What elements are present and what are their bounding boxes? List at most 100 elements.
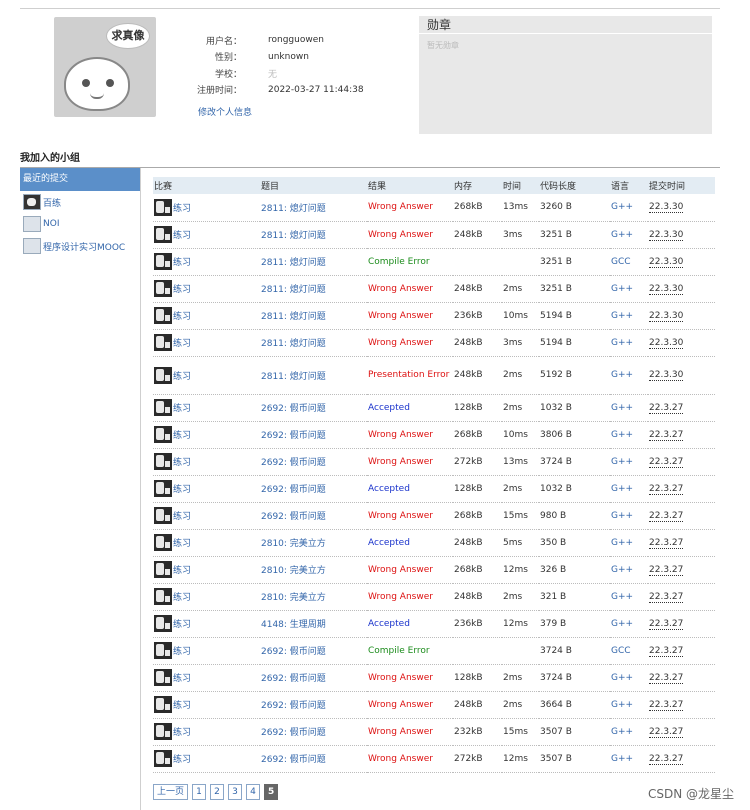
contest-link[interactable]: 练习 bbox=[173, 428, 191, 441]
result-link[interactable]: Presentation Error bbox=[368, 370, 449, 380]
result-link[interactable]: Wrong Answer bbox=[368, 457, 433, 467]
result-link[interactable]: Wrong Answer bbox=[368, 230, 433, 240]
problem-link[interactable]: 2692: 假币问题 bbox=[261, 674, 326, 684]
page-1-button[interactable]: 1 bbox=[192, 784, 207, 800]
contest-link[interactable]: 练习 bbox=[173, 617, 191, 630]
result-link[interactable]: Wrong Answer bbox=[368, 284, 433, 294]
submit-time: 22.3.30 bbox=[649, 337, 684, 349]
result-link[interactable]: Wrong Answer bbox=[368, 700, 433, 710]
problem-link[interactable]: 2692: 假币问题 bbox=[261, 458, 326, 468]
profile-row-username: 用户名： rongguowen bbox=[180, 32, 364, 49]
problem-link[interactable]: 2810: 完美立方 bbox=[261, 593, 326, 603]
contest-link[interactable]: 练习 bbox=[173, 455, 191, 468]
contest-link[interactable]: 练习 bbox=[173, 725, 191, 738]
contest-icon bbox=[154, 426, 172, 443]
language-link[interactable]: G++ bbox=[611, 700, 633, 710]
result-link[interactable]: Accepted bbox=[368, 538, 410, 548]
result-link[interactable]: Compile Error bbox=[368, 257, 430, 267]
language-link[interactable]: G++ bbox=[611, 673, 633, 683]
contest-link[interactable]: 练习 bbox=[173, 671, 191, 684]
language-link[interactable]: G++ bbox=[611, 619, 633, 629]
contest-link[interactable]: 练习 bbox=[173, 563, 191, 576]
language-link[interactable]: G++ bbox=[611, 511, 633, 521]
result-link[interactable]: Wrong Answer bbox=[368, 565, 433, 575]
problem-link[interactable]: 4148: 生理周期 bbox=[261, 620, 326, 630]
problem-link[interactable]: 2811: 熄灯问题 bbox=[261, 372, 326, 382]
problem-link[interactable]: 2811: 熄灯问题 bbox=[261, 258, 326, 268]
problem-cell: 2692: 假币问题 bbox=[260, 448, 367, 476]
problem-link[interactable]: 2692: 假币问题 bbox=[261, 404, 326, 414]
problem-link[interactable]: 2692: 假币问题 bbox=[261, 431, 326, 441]
problem-link[interactable]: 2811: 熄灯问题 bbox=[261, 204, 326, 214]
problem-link[interactable]: 2692: 假币问题 bbox=[261, 701, 326, 711]
contest-link[interactable]: 练习 bbox=[173, 401, 191, 414]
language-link[interactable]: G++ bbox=[611, 484, 633, 494]
language-link[interactable]: G++ bbox=[611, 370, 633, 380]
sidebar-item-bailian[interactable]: 百练 bbox=[20, 191, 140, 213]
contest-link[interactable]: 练习 bbox=[173, 752, 191, 765]
result-link[interactable]: Wrong Answer bbox=[368, 754, 433, 764]
language-link[interactable]: GCC bbox=[611, 646, 631, 656]
result-link[interactable]: Wrong Answer bbox=[368, 727, 433, 737]
result-link[interactable]: Wrong Answer bbox=[368, 592, 433, 602]
language-link[interactable]: G++ bbox=[611, 284, 633, 294]
language-link[interactable]: G++ bbox=[611, 592, 633, 602]
edit-profile-link[interactable]: 修改个人信息 bbox=[198, 105, 252, 118]
problem-link[interactable]: 2810: 完美立方 bbox=[261, 566, 326, 576]
result-link[interactable]: Wrong Answer bbox=[368, 338, 433, 348]
language-link[interactable]: G++ bbox=[611, 311, 633, 321]
result-link[interactable]: Accepted bbox=[368, 619, 410, 629]
problem-link[interactable]: 2692: 假币问题 bbox=[261, 728, 326, 738]
language-link[interactable]: G++ bbox=[611, 230, 633, 240]
problem-link[interactable]: 2810: 完美立方 bbox=[261, 539, 326, 549]
problem-link[interactable]: 2692: 假币问题 bbox=[261, 647, 326, 657]
contest-link[interactable]: 练习 bbox=[173, 255, 191, 268]
contest-link[interactable]: 练习 bbox=[173, 644, 191, 657]
result-link[interactable]: Compile Error bbox=[368, 646, 430, 656]
language-link[interactable]: G++ bbox=[611, 538, 633, 548]
contest-link[interactable]: 练习 bbox=[173, 336, 191, 349]
result-link[interactable]: Accepted bbox=[368, 403, 410, 413]
contest-link[interactable]: 练习 bbox=[173, 590, 191, 603]
language-link[interactable]: G++ bbox=[611, 202, 633, 212]
language-link[interactable]: GCC bbox=[611, 257, 631, 267]
result-link[interactable]: Wrong Answer bbox=[368, 311, 433, 321]
sidebar-item-noi[interactable]: NOI bbox=[20, 213, 140, 235]
problem-link[interactable]: 2692: 假币问题 bbox=[261, 485, 326, 495]
language-link[interactable]: G++ bbox=[611, 727, 633, 737]
language-link[interactable]: G++ bbox=[611, 338, 633, 348]
contest-link[interactable]: 练习 bbox=[173, 309, 191, 322]
page-2-button[interactable]: 2 bbox=[210, 784, 225, 800]
page-4-button[interactable]: 4 bbox=[246, 784, 261, 800]
result-link[interactable]: Wrong Answer bbox=[368, 430, 433, 440]
result-cell: Accepted bbox=[367, 475, 453, 503]
language-link[interactable]: G++ bbox=[611, 565, 633, 575]
problem-link[interactable]: 2811: 熄灯问题 bbox=[261, 231, 326, 241]
contest-link[interactable]: 练习 bbox=[173, 536, 191, 549]
sidebar-item-recent-submissions[interactable]: 最近的提交 bbox=[20, 168, 140, 191]
sidebar-item-mooc[interactable]: 程序设计实习MOOC bbox=[20, 235, 140, 257]
language-link[interactable]: G++ bbox=[611, 403, 633, 413]
result-link[interactable]: Wrong Answer bbox=[368, 511, 433, 521]
prev-page-button[interactable]: 上一页 bbox=[153, 784, 189, 800]
language-link[interactable]: G++ bbox=[611, 457, 633, 467]
problem-link[interactable]: 2692: 假币问题 bbox=[261, 755, 326, 765]
problem-link[interactable]: 2811: 熄灯问题 bbox=[261, 285, 326, 295]
contest-link[interactable]: 练习 bbox=[173, 369, 191, 382]
contest-link[interactable]: 练习 bbox=[173, 509, 191, 522]
problem-link[interactable]: 2811: 熄灯问题 bbox=[261, 312, 326, 322]
problem-link[interactable]: 2692: 假币问题 bbox=[261, 512, 326, 522]
language-link[interactable]: G++ bbox=[611, 754, 633, 764]
problem-link[interactable]: 2811: 熄灯问题 bbox=[261, 339, 326, 349]
page-3-button[interactable]: 3 bbox=[228, 784, 243, 800]
contest-link[interactable]: 练习 bbox=[173, 201, 191, 214]
contest-link[interactable]: 练习 bbox=[173, 282, 191, 295]
language-link[interactable]: G++ bbox=[611, 430, 633, 440]
contest-link[interactable]: 练习 bbox=[173, 482, 191, 495]
contest-link[interactable]: 练习 bbox=[173, 228, 191, 241]
contest-link[interactable]: 练习 bbox=[173, 698, 191, 711]
result-link[interactable]: Wrong Answer bbox=[368, 202, 433, 212]
result-link[interactable]: Wrong Answer bbox=[368, 673, 433, 683]
code-length-cell: 3507 B bbox=[539, 745, 610, 773]
result-link[interactable]: Accepted bbox=[368, 484, 410, 494]
